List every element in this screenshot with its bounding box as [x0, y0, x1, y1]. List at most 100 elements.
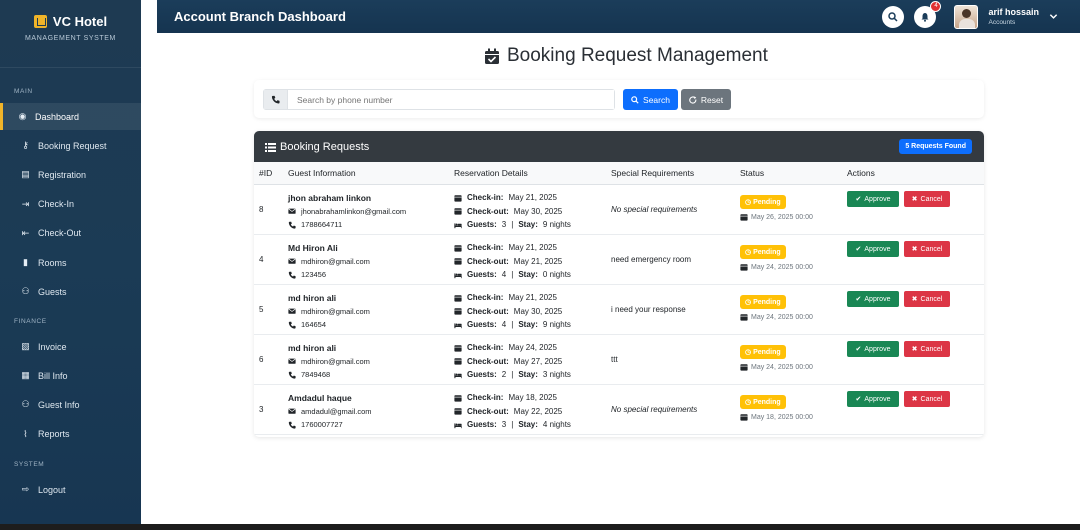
calendar-icon: [740, 414, 748, 421]
chevron-down-icon[interactable]: [1049, 12, 1058, 21]
bed-icon: [454, 373, 462, 378]
guests-label: Guests:: [467, 220, 497, 230]
guest-phone: 1788664711: [301, 220, 343, 230]
user-name: arif hossain: [988, 7, 1039, 17]
check-out-date: May 30, 2025: [513, 306, 563, 316]
approve-button[interactable]: ✔ Approve: [847, 241, 899, 257]
column-header: Guest Information: [288, 168, 356, 178]
cancel-button[interactable]: ✖ Cancel: [904, 191, 950, 207]
stay-label: Stay:: [518, 320, 538, 330]
sidebar-item-label: Bill Info: [38, 370, 68, 381]
page-heading-text: Booking Request Management: [507, 45, 768, 66]
guest-phone: 164654: [301, 320, 327, 330]
sidebar-item-registration[interactable]: ▤ Registration: [0, 161, 141, 188]
status-badge: ◷ Pending: [740, 195, 786, 209]
sidebar-item-logout[interactable]: ⇨ Logout: [0, 476, 141, 503]
approve-button[interactable]: ✔ Approve: [847, 291, 899, 307]
sidebar-item-label: Dashboard: [35, 111, 80, 122]
bed-icon: [454, 323, 462, 328]
sidebar-section-label: FINANCE: [14, 318, 47, 325]
column-header: #ID: [259, 168, 273, 178]
sidebar-item-label: Logout: [38, 484, 66, 495]
stay-label: Stay:: [518, 220, 538, 230]
calendar-x-icon: [454, 258, 462, 265]
phone-icon: [288, 421, 296, 429]
x-circle-icon: ✖: [911, 396, 918, 403]
clock-icon: ◷: [745, 299, 752, 306]
special-requirements: No special requirements: [611, 405, 698, 414]
reset-button[interactable]: Reset: [681, 89, 731, 110]
sidebar-item-dashboard[interactable]: ◉ Dashboard: [0, 103, 141, 130]
door-icon: ▮: [23, 257, 28, 267]
approve-button[interactable]: ✔ Approve: [847, 191, 899, 207]
approve-button[interactable]: ✔ Approve: [847, 391, 899, 407]
guest-name: jhon abraham linkon: [288, 192, 372, 203]
phone-search-input[interactable]: [288, 90, 614, 109]
logout-icon: ⇨: [21, 484, 30, 494]
dashboard-icon: ◉: [18, 111, 27, 121]
stay-label: Stay:: [518, 370, 538, 380]
column-header: Status: [740, 168, 765, 178]
user-info[interactable]: arif hossain Accounts: [988, 7, 1039, 26]
brand-title: VC Hotel: [52, 14, 108, 29]
check-in-label: Check-in:: [467, 243, 504, 253]
cancel-button[interactable]: ✖ Cancel: [904, 241, 950, 257]
chart-icon: ⌇: [23, 428, 28, 439]
reservation-details: Check-in: May 18, 2025 Check-out: May 22, …: [454, 391, 571, 432]
column-header: Reservation Details: [454, 168, 528, 178]
cancel-button[interactable]: ✖ Cancel: [904, 291, 950, 307]
search-button[interactable]: [882, 5, 905, 28]
sidebar-item-label: Check-In: [38, 199, 75, 210]
calendar-check-icon: [485, 48, 499, 64]
guests-count: 2: [501, 370, 507, 380]
status-cell: ◷ Pending May 24, 2025 00:00: [740, 245, 813, 271]
check-out-label: Check-out:: [467, 206, 509, 216]
check-in-date: May 21, 2025: [508, 293, 557, 303]
bed-icon: [454, 423, 462, 428]
booking-requests-card: Booking Requests 5 Requests Found #ID Gu…: [254, 131, 984, 437]
cancel-button[interactable]: ✖ Cancel: [904, 391, 950, 407]
refresh-icon: [689, 95, 697, 104]
sidebar-item-bill-info[interactable]: ▦ Bill Info: [0, 362, 141, 389]
request-date: May 26, 2025 00:00: [751, 213, 813, 221]
cancel-button[interactable]: ✖ Cancel: [904, 341, 950, 357]
sidebar-item-check-in[interactable]: ⇥ Check-In: [0, 191, 141, 218]
check-out-label: Check-out:: [467, 256, 509, 266]
requests-found-badge: 5 Requests Found: [899, 139, 972, 154]
check-circle-icon: ✔: [855, 196, 862, 203]
guest-email: jhonabrahamlinkon@gmail.com: [301, 206, 407, 216]
sidebar-item-guest-info[interactable]: ⚇ Guest Info: [0, 391, 141, 418]
calendar-icon: [740, 314, 748, 321]
table-body: 8 jhon abraham linkon jhonabrahamlinkon@…: [254, 185, 984, 435]
user-avatar[interactable]: [954, 4, 979, 29]
card-title: Booking Requests: [280, 140, 370, 153]
sidebar-item-guests[interactable]: ⚇ Guests: [0, 278, 141, 305]
status-cell: ◷ Pending May 18, 2025 00:00: [740, 395, 813, 421]
table-row: 5 md hiron ali mdhiron@gmail.com 164654 …: [254, 285, 984, 335]
reservation-details: Check-in: May 24, 2025 Check-out: May 27, …: [454, 341, 571, 382]
page-title: Booking Request Management: [484, 45, 768, 67]
status-badge: ◷ Pending: [740, 395, 786, 409]
search-submit-button[interactable]: Search: [623, 89, 678, 110]
sidebar-item-check-out[interactable]: ⇤ Check-Out: [0, 220, 141, 247]
calendar-icon: [454, 394, 462, 402]
guest-name: md hiron ali: [288, 292, 337, 303]
notifications-button[interactable]: 4: [914, 0, 942, 28]
card-header: Booking Requests 5 Requests Found: [254, 131, 984, 162]
sidebar-item-invoice[interactable]: ▧ Invoice: [0, 333, 141, 360]
calendar-icon: [740, 214, 748, 221]
check-in-label: Check-in:: [467, 343, 504, 353]
sidebar-item-label: Check-Out: [38, 228, 82, 239]
sidebar-item-reports[interactable]: ⌇ Reports: [0, 421, 141, 448]
phone-icon: [288, 221, 296, 229]
guests-count: 3: [501, 220, 507, 230]
check-out-date: May 27, 2025: [513, 356, 563, 366]
sign-in-icon: ⇥: [21, 198, 30, 209]
envelope-icon: [288, 358, 296, 365]
sidebar-item-label: Booking Request: [38, 140, 107, 151]
approve-button[interactable]: ✔ Approve: [847, 341, 899, 357]
sidebar-item-rooms[interactable]: ▮ Rooms: [0, 249, 141, 276]
sidebar-item-booking-request[interactable]: ⚷ Booking Request: [0, 132, 141, 159]
status-badge: ◷ Pending: [740, 345, 786, 359]
guest-name: md hiron ali: [288, 342, 337, 353]
